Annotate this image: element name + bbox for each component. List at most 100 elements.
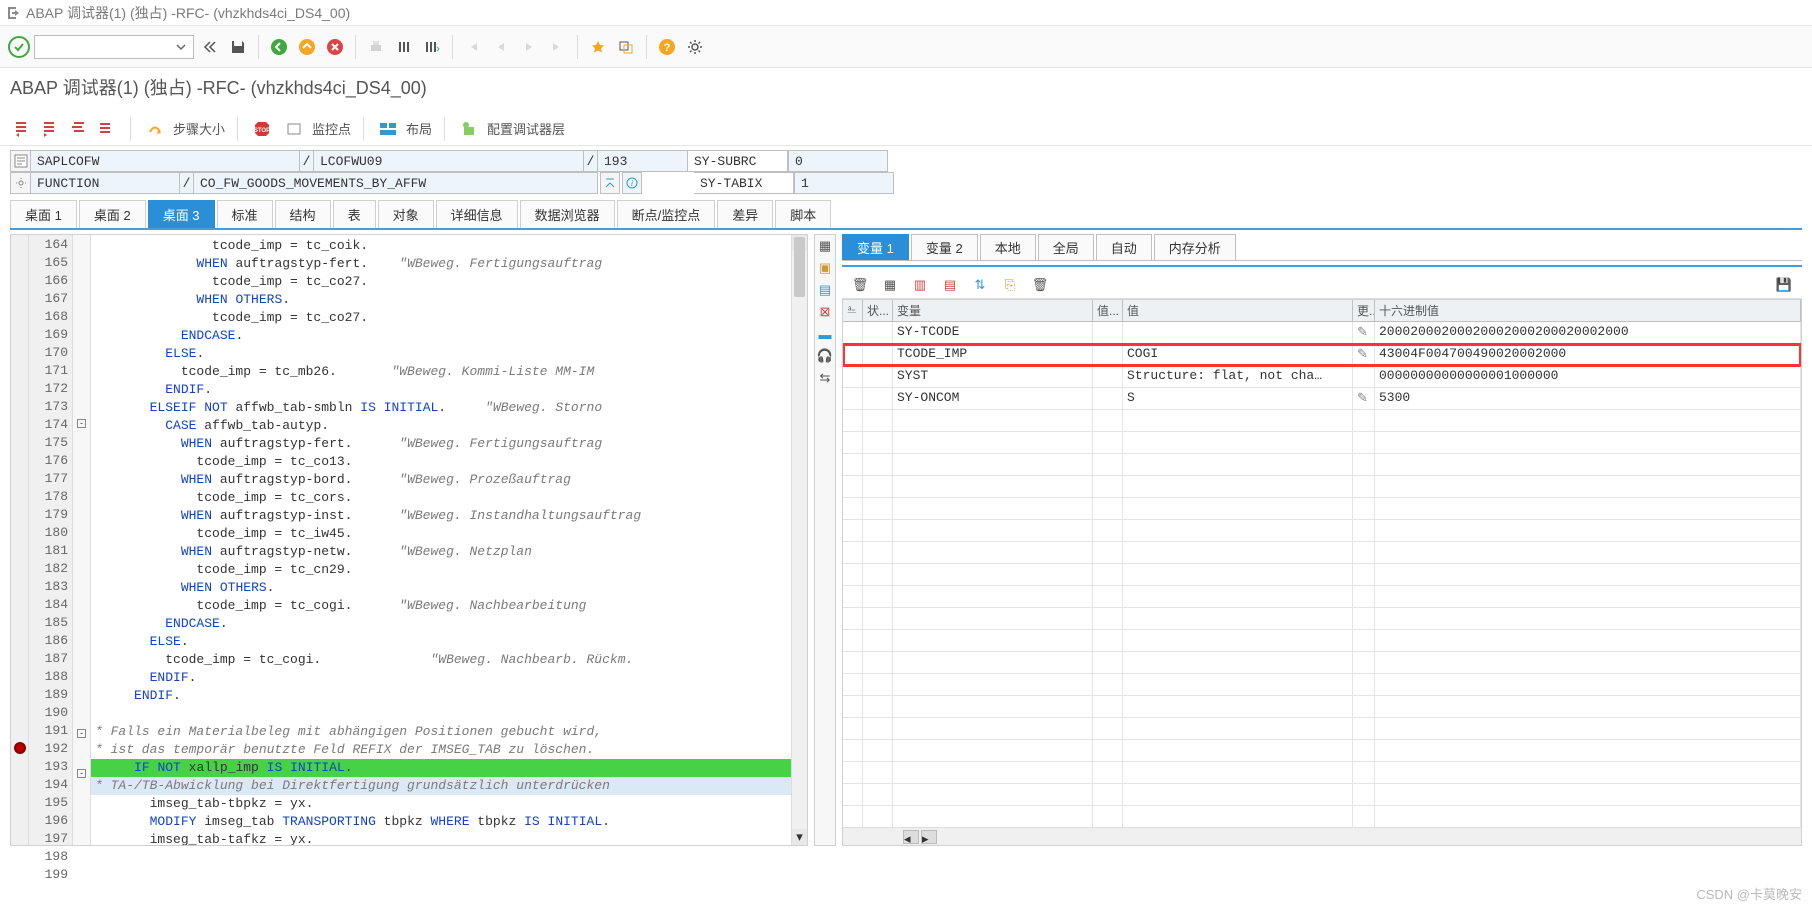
tab-对象[interactable]: 对象 (378, 200, 434, 228)
favorite-icon[interactable] (586, 35, 610, 59)
back-icon[interactable] (267, 35, 291, 59)
first-page-icon[interactable] (198, 35, 222, 59)
col-hex[interactable]: 十六进制值 (1375, 300, 1801, 321)
delete-all-icon[interactable]: 🗑 (1028, 273, 1052, 297)
table-row[interactable] (843, 674, 1801, 696)
table-row[interactable] (843, 432, 1801, 454)
vertical-scrollbar[interactable]: ▴ ▾ (791, 235, 807, 845)
settings-icon[interactable] (683, 35, 707, 59)
table-row[interactable] (843, 696, 1801, 718)
table-row[interactable] (843, 410, 1801, 432)
scroll-left-arrow[interactable]: ◂ (903, 830, 919, 844)
panel-tool-icon[interactable]: ▤ (816, 281, 834, 299)
table-row[interactable] (843, 542, 1801, 564)
scrollbar-thumb[interactable] (794, 237, 805, 297)
tab-桌面 3[interactable]: 桌面 3 (148, 200, 215, 228)
program-icon[interactable] (10, 150, 30, 172)
panel-tool-icon[interactable]: ⇆ (816, 369, 834, 387)
fold-gutter[interactable]: --- (73, 235, 91, 845)
detail2-icon[interactable]: ▤ (938, 273, 962, 297)
table-row[interactable] (843, 630, 1801, 652)
watchpoint-group[interactable]: 监控点 (282, 117, 351, 141)
navigate-icon[interactable] (600, 172, 620, 194)
grid-body[interactable]: SY-TCODE✎2000200020002000200020002000200… (843, 322, 1801, 827)
procedure-type-field[interactable]: FUNCTION (30, 172, 180, 194)
save-icon[interactable] (226, 35, 250, 59)
col-value[interactable]: 值 (1123, 300, 1353, 321)
program-field[interactable]: SAPLCOFW (30, 150, 300, 172)
save-variant-icon[interactable]: 💾 (1772, 273, 1796, 297)
tab-标准[interactable]: 标准 (217, 200, 273, 228)
nav-next-icon[interactable] (517, 35, 541, 59)
breakpoint-gutter[interactable] (11, 235, 29, 845)
sy-tabix-value[interactable]: 1 (794, 172, 894, 194)
tab-桌面 2[interactable]: 桌面 2 (79, 200, 146, 228)
tab-表[interactable]: 表 (333, 200, 376, 228)
cancel-icon[interactable] (323, 35, 347, 59)
col-status[interactable]: 状... (863, 300, 893, 321)
table-row[interactable] (843, 586, 1801, 608)
horizontal-scrollbar[interactable]: ◂ ▸ (843, 827, 1801, 845)
table-row[interactable] (843, 718, 1801, 740)
table-row[interactable] (843, 740, 1801, 762)
table-row[interactable] (843, 762, 1801, 784)
panel-tool-icon[interactable]: 🎧 (816, 347, 834, 365)
delete-icon[interactable]: 🗑 (848, 273, 872, 297)
table-row[interactable]: SY-TCODE✎2000200020002000200020002000200… (843, 322, 1801, 344)
tab-桌面 1[interactable]: 桌面 1 (10, 200, 77, 228)
config-layer-group[interactable]: 配置调试器层 (457, 117, 565, 141)
help-icon[interactable]: ? (655, 35, 679, 59)
table-row[interactable] (843, 454, 1801, 476)
var-tab-变量 2[interactable]: 变量 2 (911, 234, 978, 260)
table-icon[interactable]: ▦ (878, 273, 902, 297)
command-field[interactable] (34, 35, 194, 59)
step-over-icon[interactable] (38, 117, 62, 141)
col-change[interactable]: 更... (1353, 300, 1375, 321)
tab-数据浏览器[interactable]: 数据浏览器 (520, 200, 615, 228)
info-icon[interactable]: i (622, 172, 642, 194)
tab-结构[interactable]: 结构 (275, 200, 331, 228)
include-field[interactable]: LCOFWU09 (314, 150, 584, 172)
sy-subrc-value[interactable]: 0 (788, 150, 888, 172)
panel-close-icon[interactable]: ⊠ (816, 303, 834, 321)
nav-last-icon[interactable] (545, 35, 569, 59)
sort-icon[interactable]: ⇅ (968, 273, 992, 297)
exit-up-icon[interactable] (295, 35, 319, 59)
tab-差异[interactable]: 差异 (717, 200, 773, 228)
table-row[interactable] (843, 564, 1801, 586)
tab-详细信息[interactable]: 详细信息 (436, 200, 518, 228)
new-session-icon[interactable] (614, 35, 638, 59)
code-editor[interactable]: tcode_imp = tc_coik. WHEN auftragstyp-fe… (91, 235, 791, 845)
stop-icon[interactable]: STOP (250, 117, 274, 141)
step-into-icon[interactable] (10, 117, 34, 141)
panel-tool-icon[interactable]: ▬ (816, 325, 834, 343)
var-tab-变量 1[interactable]: 变量 1 (842, 234, 909, 260)
panel-tool-icon[interactable]: ▣ (816, 259, 834, 277)
find-next-icon[interactable] (420, 35, 444, 59)
col-valtype[interactable]: 值... (1093, 300, 1123, 321)
table-row[interactable] (843, 498, 1801, 520)
nav-prev-icon[interactable] (489, 35, 513, 59)
col-variable[interactable]: 变量 (893, 300, 1093, 321)
table-row[interactable] (843, 520, 1801, 542)
var-tab-本地[interactable]: 本地 (980, 234, 1036, 260)
var-tab-全局[interactable]: 全局 (1038, 234, 1094, 260)
continue-icon[interactable] (94, 117, 118, 141)
tab-断点/监控点[interactable]: 断点/监控点 (617, 200, 716, 228)
enter-button[interactable] (8, 36, 30, 58)
var-tab-自动[interactable]: 自动 (1096, 234, 1152, 260)
scroll-right-arrow[interactable]: ▸ (921, 830, 937, 844)
find-icon[interactable] (392, 35, 416, 59)
table-row[interactable]: SYSTStructure: flat, not cha…00000000000… (843, 366, 1801, 388)
table-row[interactable] (843, 806, 1801, 827)
grid-corner[interactable]: ⎁ (843, 300, 863, 321)
detail-icon[interactable]: ▥ (908, 273, 932, 297)
line-field[interactable]: 193 (598, 150, 688, 172)
table-row[interactable] (843, 608, 1801, 630)
table-row[interactable]: TCODE_IMPCOGI✎43004F004700490020002000 (843, 344, 1801, 366)
table-row[interactable]: SY-ONCOMS✎5300 (843, 388, 1801, 410)
layout-group[interactable]: 布局 (376, 117, 432, 141)
export-icon[interactable]: ⎘ (998, 273, 1022, 297)
nav-first-icon[interactable] (461, 35, 485, 59)
step-size-group[interactable]: 步骤大小 (143, 117, 225, 141)
